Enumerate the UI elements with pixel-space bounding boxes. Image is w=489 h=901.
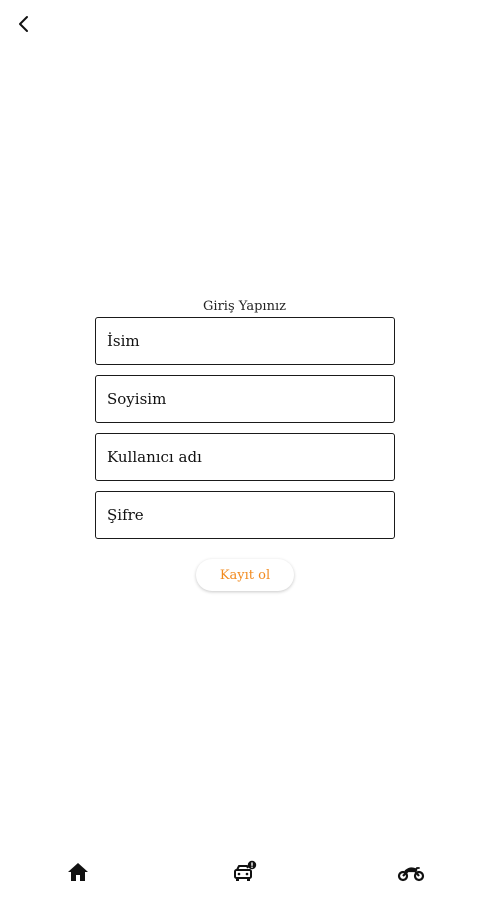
bottom-nav bbox=[0, 850, 489, 894]
chevron-left-icon bbox=[19, 16, 28, 32]
form-title: Giriş Yapınız bbox=[203, 299, 286, 314]
password-field[interactable] bbox=[95, 491, 395, 539]
motorcycle-icon bbox=[397, 867, 425, 882]
nav-item-motorcycle[interactable] bbox=[397, 858, 425, 886]
nav-item-taxi[interactable] bbox=[231, 858, 259, 886]
register-button[interactable]: Kayıt ol bbox=[196, 559, 294, 591]
home-icon bbox=[68, 863, 88, 881]
first-name-field[interactable] bbox=[95, 317, 395, 365]
back-button[interactable] bbox=[12, 12, 36, 36]
last-name-field[interactable] bbox=[95, 375, 395, 423]
nav-item-home[interactable] bbox=[64, 858, 92, 886]
username-field[interactable] bbox=[95, 433, 395, 481]
taxi-alert-icon bbox=[234, 860, 257, 881]
